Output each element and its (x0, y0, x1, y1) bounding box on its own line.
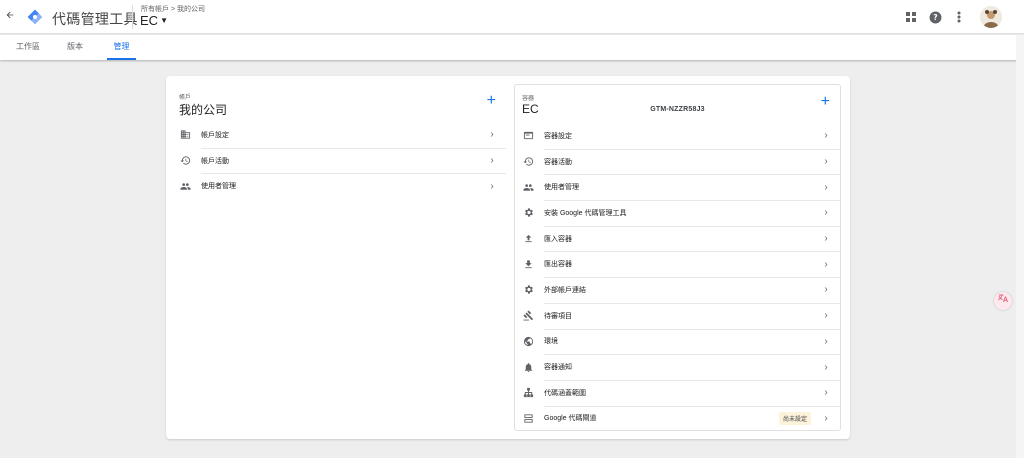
add-container-icon[interactable]: + (821, 94, 830, 110)
container-activity-item[interactable]: 容器活動 › (515, 148, 840, 175)
translate-widget-icon[interactable] (994, 292, 1012, 310)
google-tag-gateway-item[interactable]: Google 代碼閘道 尚未設定 › (515, 405, 840, 432)
account-name: 我的公司 (179, 103, 228, 117)
more-vert-icon[interactable] (952, 10, 966, 24)
chevron-right-icon: › (824, 284, 828, 296)
external-account-links-item[interactable]: 外部帳戶連結 › (515, 277, 840, 303)
chevron-right-icon: › (824, 181, 828, 193)
chevron-right-icon: › (490, 155, 494, 167)
add-account-icon[interactable]: + (487, 93, 496, 109)
scrollbar[interactable] (1016, 35, 1024, 458)
caret-down-icon: ▼ (160, 16, 168, 25)
pending-approvals-item[interactable]: 待審項目 › (515, 302, 840, 329)
item-label: 容器通知 (544, 364, 572, 372)
container-selector-label: EC (140, 13, 159, 28)
import-container-item[interactable]: 匯入容器 › (515, 225, 840, 252)
item-label: 容器設定 (544, 132, 572, 140)
sitemap-icon (522, 387, 534, 399)
item-label: 帳戶設定 (201, 131, 229, 139)
install-gtm-item[interactable]: 安裝 Google 代碼管理工具 › (515, 200, 840, 226)
chevron-right-icon: › (824, 156, 828, 168)
tag-coverage-item[interactable]: 代碼涵蓋範圍 › (515, 379, 840, 406)
container-settings-icon (522, 130, 534, 142)
people-icon (522, 181, 534, 193)
gear-icon (522, 284, 534, 296)
globe-icon (522, 335, 534, 347)
gear-icon (522, 207, 534, 219)
chevron-right-icon: › (824, 412, 828, 424)
history-icon (522, 156, 534, 168)
account-column: 帳戶 我的公司 + 帳戶設定 › 帳戶活動 › 使用者管理 › (172, 84, 506, 199)
item-label: 安裝 Google 代碼管理工具 (544, 209, 627, 217)
container-user-management-item[interactable]: 使用者管理 › (515, 174, 840, 200)
gtm-logo-icon[interactable] (27, 9, 43, 25)
history-icon (179, 155, 191, 167)
export-container-item[interactable]: 匯出容器 › (515, 251, 840, 277)
chevron-right-icon: › (824, 361, 828, 373)
account-activity-item[interactable]: 帳戶活動 › (172, 147, 506, 174)
item-label: 使用者管理 (201, 183, 236, 191)
top-app-bar: 代碼管理工具 所有帳戶 > 我的公司 EC ▼ ? (0, 0, 1024, 34)
container-section-label: 容器 (522, 96, 535, 102)
chevron-right-icon: › (824, 207, 828, 219)
apps-icon[interactable] (904, 10, 918, 24)
item-label: 環境 (544, 338, 558, 346)
chevron-right-icon: › (824, 310, 828, 322)
chevron-right-icon: › (824, 130, 828, 142)
app-title: 代碼管理工具 (52, 11, 138, 27)
download-icon (522, 258, 534, 270)
container-column: 容器 EC GTM-NZZR58J3 + 容器設定 › 容器活動 › 使用者管理… (514, 84, 841, 431)
account-user-management-item[interactable]: 使用者管理 › (172, 173, 506, 199)
chevron-right-icon: › (490, 129, 494, 141)
account-settings-item[interactable]: 帳戶設定 › (172, 122, 506, 148)
container-selector[interactable]: EC ▼ (140, 13, 168, 28)
upload-icon (522, 233, 534, 245)
item-label: 使用者管理 (544, 184, 579, 192)
chevron-right-icon: › (824, 233, 828, 245)
container-notifications-item[interactable]: 容器通知 › (515, 354, 840, 380)
gavel-icon (522, 310, 534, 322)
item-label: 帳戶活動 (201, 157, 229, 165)
back-arrow-icon[interactable] (3, 9, 17, 23)
svg-text:?: ? (933, 13, 937, 22)
chevron-right-icon: › (824, 387, 828, 399)
item-label: 容器活動 (544, 158, 572, 166)
item-label: 待審項目 (544, 312, 572, 320)
tab-workspace[interactable]: 工作區 (12, 35, 44, 60)
help-icon[interactable]: ? (928, 10, 942, 24)
chevron-right-icon: › (824, 258, 828, 270)
item-label: 匯出容器 (544, 261, 572, 269)
container-id: GTM-NZZR58J3 (650, 106, 705, 113)
item-label: Google 代碼閘道 (544, 415, 597, 423)
tab-bar: 工作區 版本 管理 (0, 35, 1024, 60)
chevron-right-icon: › (824, 335, 828, 347)
admin-card: 帳戶 我的公司 + 帳戶設定 › 帳戶活動 › 使用者管理 › 容器 EC GT… (166, 76, 850, 439)
chevron-right-icon: › (490, 180, 494, 192)
bell-icon (522, 361, 534, 373)
environments-item[interactable]: 環境 › (515, 328, 840, 355)
divider (132, 5, 133, 29)
gateway-icon (522, 412, 534, 424)
people-icon (179, 180, 191, 192)
account-section-label: 帳戶 (179, 95, 192, 101)
avatar[interactable] (980, 6, 1002, 28)
item-label: 外部帳戶連結 (544, 286, 586, 294)
container-settings-item[interactable]: 容器設定 › (515, 123, 840, 149)
status-badge: 尚未設定 (778, 411, 811, 425)
item-label: 代碼涵蓋範圍 (544, 389, 586, 397)
item-label: 匯入容器 (544, 235, 572, 243)
building-icon (179, 129, 191, 141)
tab-admin[interactable]: 管理 (107, 35, 136, 60)
tab-versions[interactable]: 版本 (60, 35, 90, 60)
